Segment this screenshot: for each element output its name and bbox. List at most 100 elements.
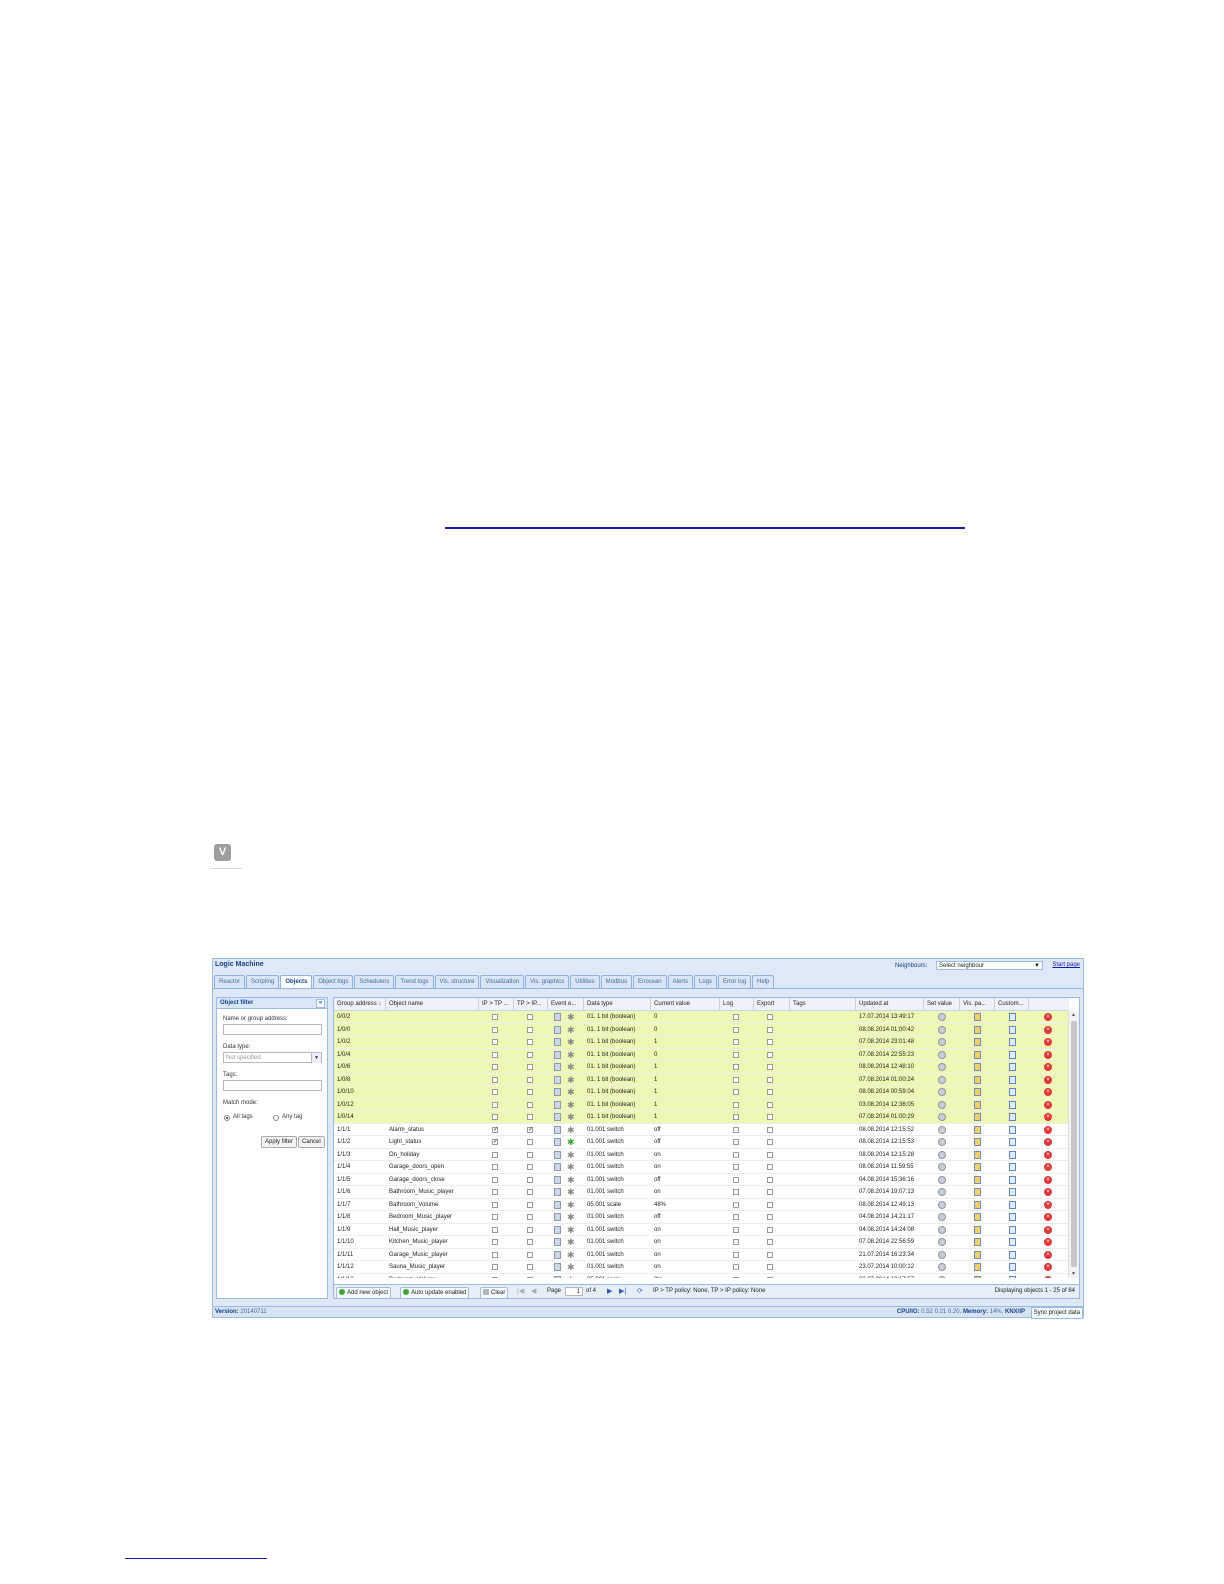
tab-reactor[interactable]: Reactor xyxy=(214,975,246,988)
vis-params-icon[interactable] xyxy=(974,1150,981,1159)
event-active-icon[interactable]: ✱ xyxy=(567,1187,575,1197)
delete-icon[interactable]: × xyxy=(1044,1075,1052,1084)
tp-to-ip-checkbox[interactable] xyxy=(527,1014,533,1020)
export-checkbox[interactable] xyxy=(767,1101,773,1108)
ip-to-tp-checkbox[interactable] xyxy=(492,1176,498,1183)
vis-params-icon[interactable] xyxy=(974,1238,981,1246)
delete-icon[interactable]: × xyxy=(1044,1200,1052,1209)
event-script-icon[interactable] xyxy=(554,1200,561,1209)
event-script-icon[interactable] xyxy=(554,1050,561,1059)
event-active-icon[interactable]: ✱ xyxy=(567,1062,575,1072)
log-checkbox[interactable] xyxy=(733,1089,739,1095)
delete-icon[interactable]: × xyxy=(1044,1125,1052,1134)
vis-params-icon[interactable] xyxy=(974,1113,981,1121)
set-value-icon[interactable] xyxy=(938,1225,946,1234)
refresh-icon[interactable]: ⟳ xyxy=(637,1287,643,1295)
tp-to-ip-checkbox[interactable] xyxy=(527,1089,533,1095)
event-active-icon[interactable]: ✱ xyxy=(567,1237,575,1247)
datatype-select[interactable]: Not specified ▼ xyxy=(223,1052,322,1063)
delete-icon[interactable]: × xyxy=(1044,1013,1052,1021)
cancel-filter-button[interactable]: Cancel xyxy=(298,1136,325,1148)
custom-values-icon[interactable] xyxy=(1009,1100,1016,1109)
custom-values-icon[interactable] xyxy=(1009,1075,1016,1084)
tp-to-ip-checkbox[interactable] xyxy=(527,1114,533,1120)
custom-values-icon[interactable] xyxy=(1009,1238,1016,1246)
export-checkbox[interactable] xyxy=(767,1089,773,1095)
table-row[interactable]: 1/0/4 ✱ 01. 1 bit (boolean) 0 07.08.2014 22:… xyxy=(334,1048,1069,1061)
event-script-icon[interactable] xyxy=(554,1113,561,1121)
log-checkbox[interactable] xyxy=(733,1039,739,1045)
event-script-icon[interactable] xyxy=(554,1088,561,1096)
column-header[interactable]: Vis. pa... xyxy=(960,998,995,1010)
event-active-icon[interactable]: ✱ xyxy=(567,1100,575,1110)
log-checkbox[interactable] xyxy=(733,1126,739,1133)
event-script-icon[interactable] xyxy=(554,1188,561,1196)
prev-page-icon[interactable]: ◀ xyxy=(531,1287,536,1295)
set-value-icon[interactable] xyxy=(938,1125,946,1134)
vis-params-icon[interactable] xyxy=(974,1025,981,1034)
export-checkbox[interactable] xyxy=(767,1064,773,1070)
export-checkbox[interactable] xyxy=(767,1276,773,1278)
set-value-icon[interactable] xyxy=(938,1138,946,1146)
table-row[interactable]: 1/1/6 Bathroom_Music_player ✱ 01.001 switch… xyxy=(334,1186,1069,1199)
vis-params-icon[interactable] xyxy=(974,1163,981,1171)
scroll-thumb[interactable] xyxy=(1071,1021,1077,1267)
event-script-icon[interactable] xyxy=(554,1100,561,1109)
event-active-icon[interactable]: ✱ xyxy=(567,1050,575,1060)
tab-scripting[interactable]: Scripting xyxy=(246,975,280,988)
column-header[interactable]: Tags xyxy=(790,998,856,1010)
export-checkbox[interactable] xyxy=(767,1126,773,1133)
table-row[interactable]: 1/0/10 ✱ 01. 1 bit (boolean) 1 08.08.2014 00… xyxy=(334,1086,1069,1099)
export-checkbox[interactable] xyxy=(767,1076,773,1083)
table-row[interactable]: 1/1/13Bedroom_Volume ✱ 05.001 scale0% 23.07… xyxy=(334,1274,1069,1278)
tp-to-ip-checkbox[interactable] xyxy=(527,1151,533,1158)
custom-values-icon[interactable] xyxy=(1009,1150,1016,1159)
ip-to-tp-checkbox[interactable] xyxy=(492,1164,498,1170)
tp-to-ip-checkbox[interactable] xyxy=(527,1251,533,1258)
custom-values-icon[interactable] xyxy=(1009,1250,1016,1259)
table-row[interactable]: 1/0/2 ✱ 01. 1 bit (boolean) 1 07.08.2014 23:… xyxy=(334,1036,1069,1049)
event-script-icon[interactable] xyxy=(554,1063,561,1071)
sync-project-button[interactable]: Sync project data xyxy=(1030,1307,1083,1319)
event-active-icon[interactable]: ✱ xyxy=(567,1262,575,1272)
tp-to-ip-checkbox[interactable] xyxy=(527,1164,533,1170)
delete-icon[interactable]: × xyxy=(1044,1063,1052,1071)
tab-help[interactable]: Help xyxy=(752,975,775,988)
ip-to-tp-checkbox[interactable] xyxy=(492,1014,498,1020)
delete-icon[interactable]: × xyxy=(1044,1025,1052,1034)
ip-to-tp-checkbox[interactable] xyxy=(492,1101,498,1108)
event-active-icon[interactable]: ✱ xyxy=(567,1112,575,1122)
vis-params-icon[interactable] xyxy=(974,1075,981,1084)
column-header[interactable]: Custom... xyxy=(995,998,1029,1010)
tp-to-ip-checkbox[interactable] xyxy=(527,1026,533,1033)
ip-to-tp-checkbox[interactable]: ✓ xyxy=(492,1139,498,1145)
delete-icon[interactable]: × xyxy=(1044,1050,1052,1059)
start-page-link[interactable]: Start page xyxy=(1052,962,1080,968)
log-checkbox[interactable] xyxy=(733,1026,739,1033)
log-checkbox[interactable] xyxy=(733,1214,739,1220)
table-row[interactable]: 1/1/2 Light_status ✓ ✱ 01.001 switch off 08.08… xyxy=(334,1136,1069,1149)
column-header[interactable]: Log xyxy=(720,998,754,1010)
column-header[interactable]: Event e... xyxy=(548,998,584,1010)
ip-to-tp-checkbox[interactable] xyxy=(492,1251,498,1258)
tab-logs[interactable]: Logs xyxy=(694,975,718,988)
tab-object-logs[interactable]: Object logs xyxy=(313,975,354,988)
custom-values-icon[interactable] xyxy=(1009,1213,1016,1221)
table-row[interactable]: 0/0/2 ✱ 01. 1 bit (boolean) 0 17.07.2014 13:… xyxy=(334,1011,1069,1024)
column-header[interactable]: Updated at xyxy=(856,998,924,1010)
event-active-icon[interactable]: ✱ xyxy=(567,1025,575,1035)
delete-icon[interactable]: × xyxy=(1044,1138,1052,1146)
delete-icon[interactable]: × xyxy=(1044,1275,1052,1278)
tp-to-ip-checkbox[interactable] xyxy=(527,1051,533,1058)
ip-to-tp-checkbox[interactable] xyxy=(492,1276,498,1278)
log-checkbox[interactable] xyxy=(733,1189,739,1195)
scroll-up-icon[interactable]: ▲ xyxy=(1071,1012,1076,1018)
log-checkbox[interactable] xyxy=(733,1201,739,1208)
set-value-icon[interactable] xyxy=(938,1113,946,1121)
custom-values-icon[interactable] xyxy=(1009,1125,1016,1134)
set-value-icon[interactable] xyxy=(938,1063,946,1071)
neighbours-select[interactable]: Select neighbour ▼ xyxy=(936,961,1043,970)
export-checkbox[interactable] xyxy=(767,1239,773,1245)
tp-to-ip-checkbox[interactable] xyxy=(527,1176,533,1183)
tp-to-ip-checkbox[interactable]: ✓ xyxy=(527,1126,533,1133)
